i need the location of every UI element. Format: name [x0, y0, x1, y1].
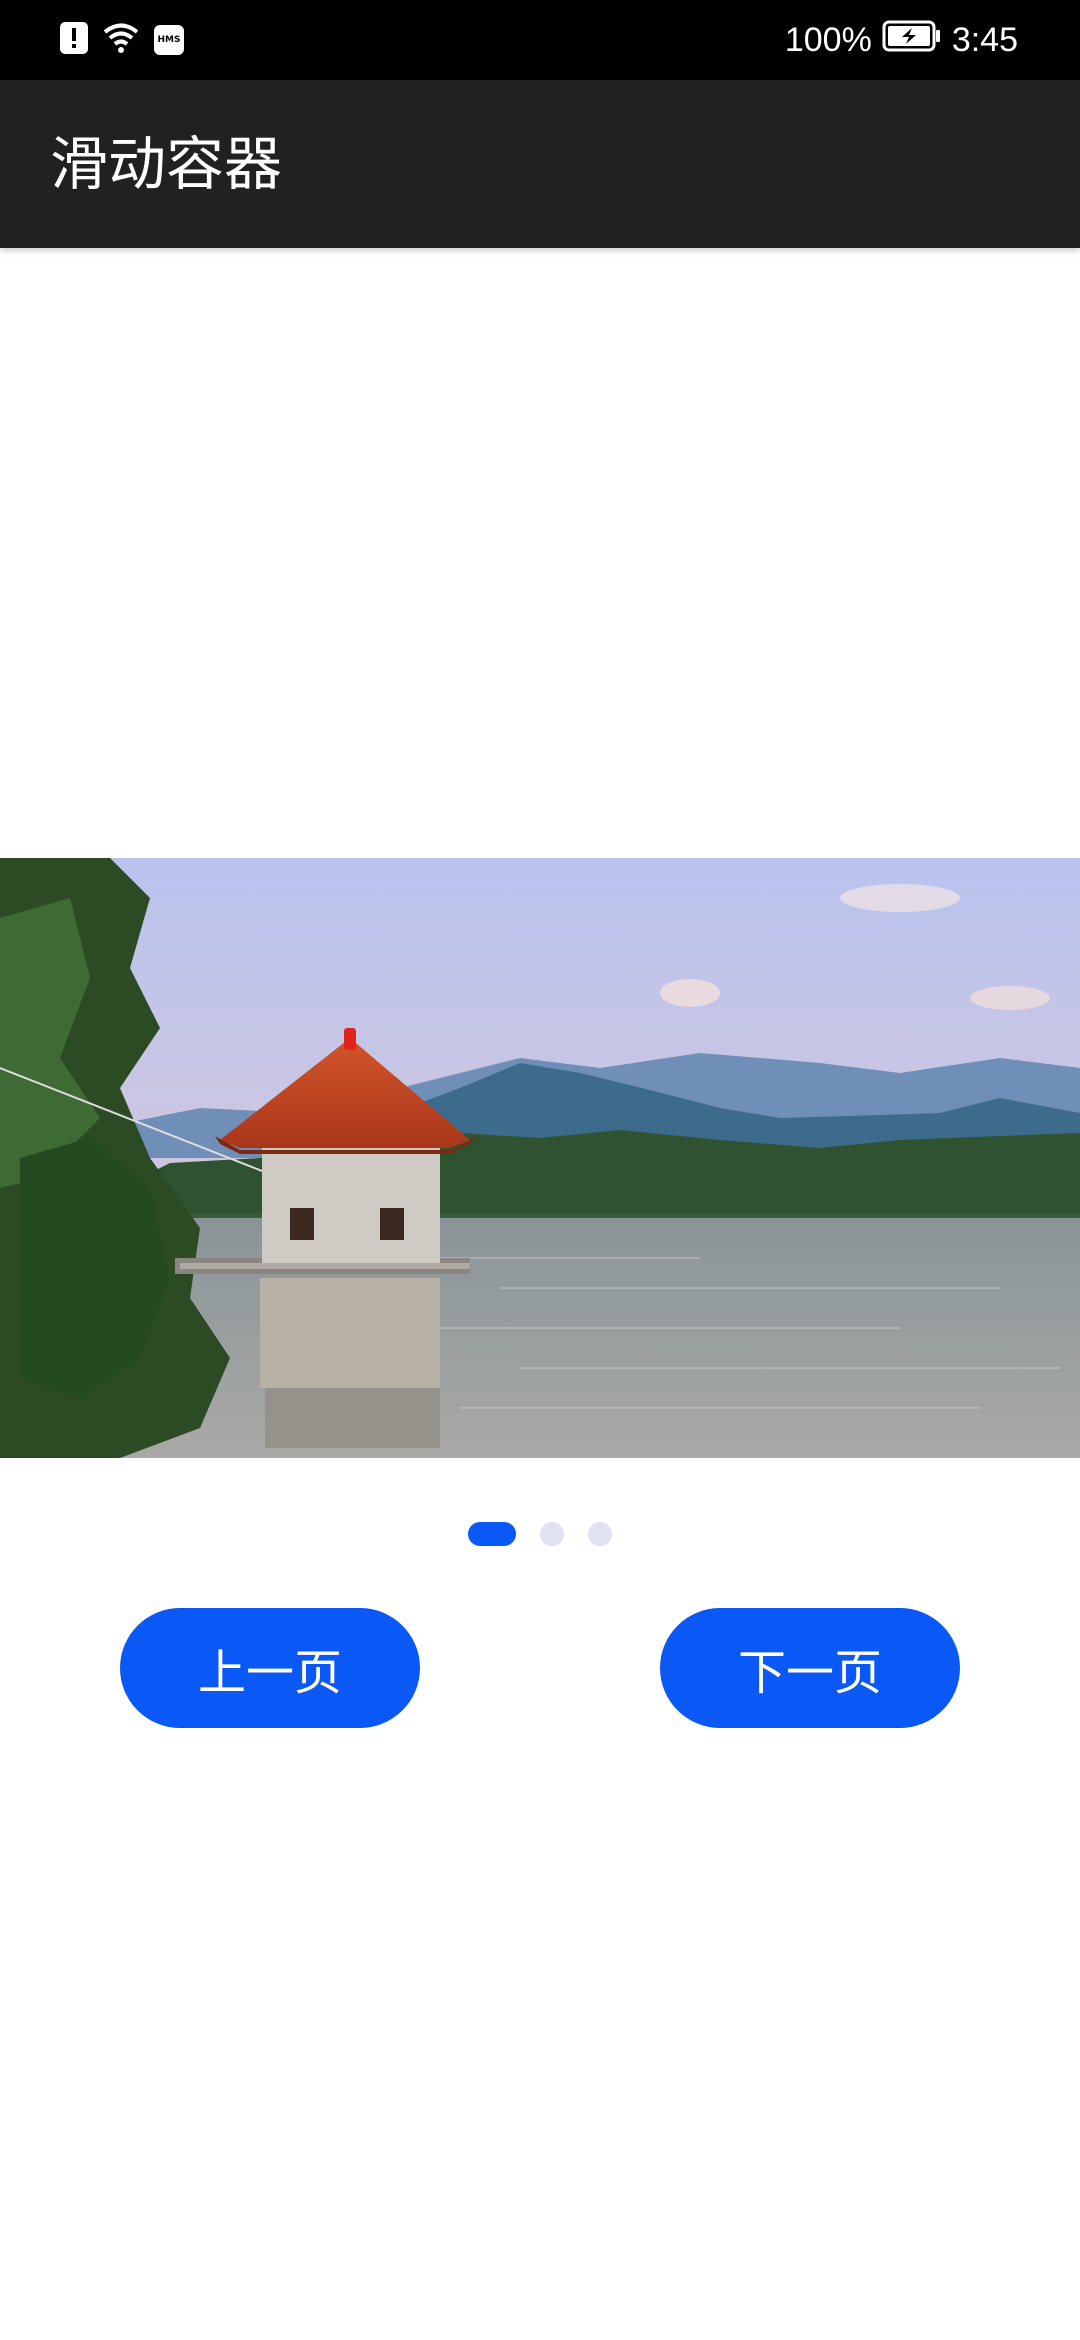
- next-page-button[interactable]: 下一页: [660, 1608, 960, 1728]
- battery-charging-icon: [882, 20, 942, 61]
- battery-percent: 100%: [784, 20, 872, 59]
- page-indicator: [0, 1522, 1080, 1546]
- previous-page-button[interactable]: 上一页: [120, 1608, 420, 1728]
- status-icons-right: 100% 3:45: [785, 16, 1018, 64]
- indicator-dot[interactable]: [588, 1522, 612, 1546]
- indicator-dot-active[interactable]: [468, 1522, 516, 1546]
- carousel-image: [0, 858, 1080, 1458]
- app-bar: 滑动容器: [0, 80, 1080, 248]
- status-bar: HMS 100% 3:45: [0, 0, 1080, 80]
- swiper-container[interactable]: [0, 858, 1080, 1458]
- indicator-dot[interactable]: [540, 1522, 564, 1546]
- alert-icon: [60, 22, 88, 58]
- page-title: 滑动容器: [50, 130, 283, 198]
- status-icons-left: HMS: [60, 22, 184, 58]
- hms-icon: HMS: [154, 25, 184, 55]
- clock: 3:45: [951, 20, 1018, 59]
- wifi-icon: [102, 22, 140, 58]
